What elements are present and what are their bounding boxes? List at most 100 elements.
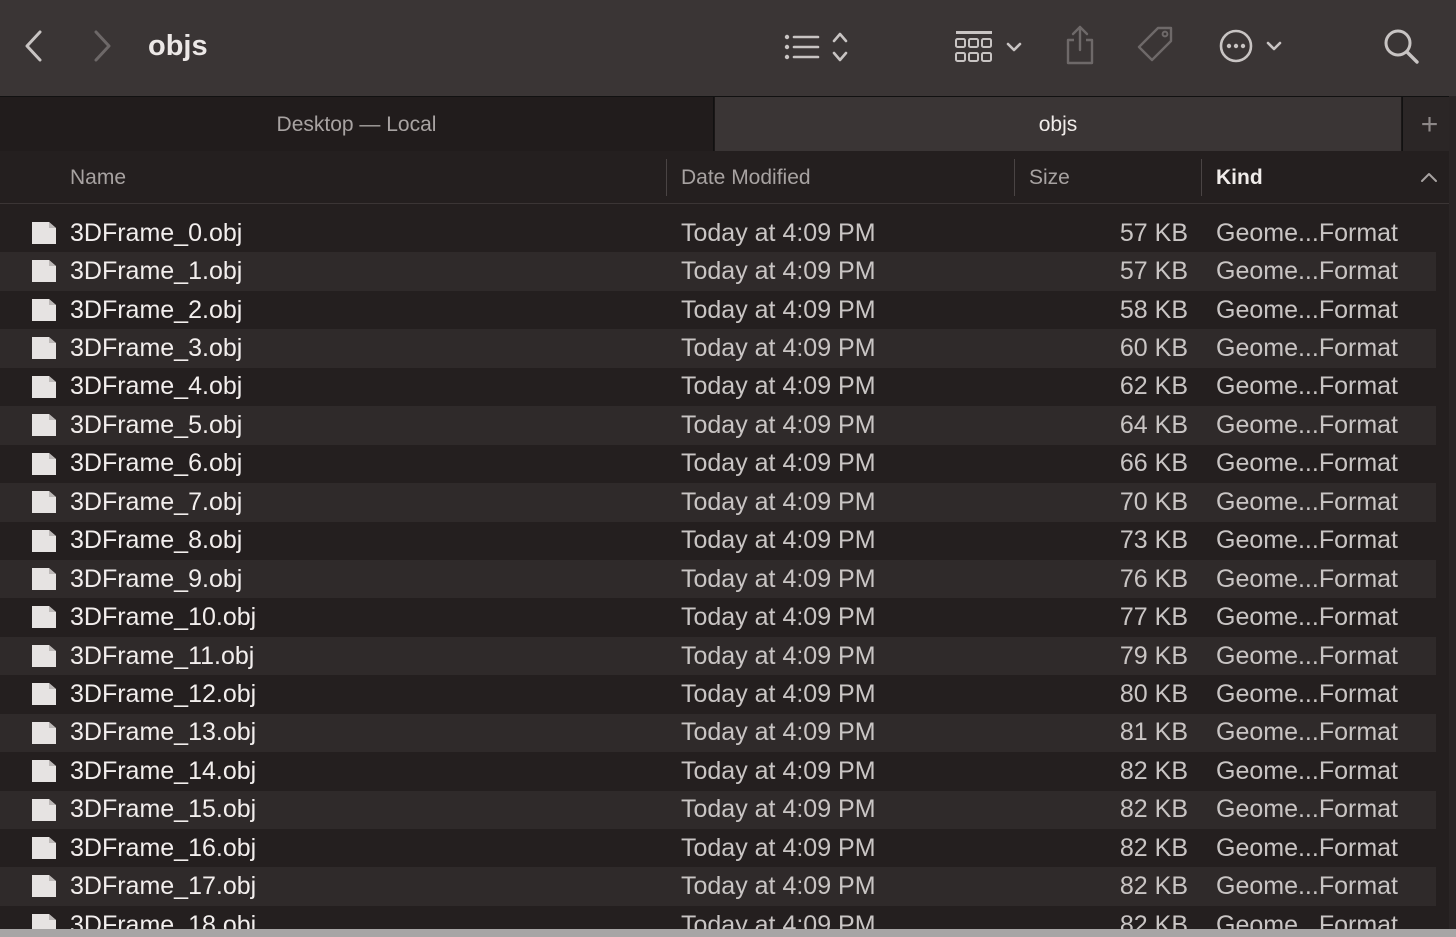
- column-header: Name Date Modified Size Kind: [0, 151, 1456, 204]
- share-icon: [1066, 25, 1094, 65]
- column-divider[interactable]: [666, 159, 667, 196]
- document-icon: [30, 721, 58, 745]
- plus-icon: +: [1420, 107, 1439, 141]
- column-divider[interactable]: [1014, 159, 1015, 196]
- file-size: 82 KB: [1119, 910, 1188, 930]
- file-date-modified: Today at 4:09 PM: [681, 756, 876, 785]
- toolbar: objs: [0, 0, 1456, 96]
- group-by-button[interactable]: [950, 24, 1030, 70]
- file-name: 3DFrame_14.obj: [70, 756, 257, 785]
- file-name: 3DFrame_17.obj: [70, 872, 257, 901]
- file-kind: Geome...Format: [1216, 833, 1398, 862]
- document-icon: [30, 644, 58, 668]
- table-row[interactable]: 3DFrame_8.obj Today at 4:09 PM 73 KB Geome.…: [0, 522, 1436, 560]
- file-date-modified: Today at 4:09 PM: [681, 679, 876, 708]
- tab-bar: Desktop — Local objs +: [0, 96, 1456, 152]
- table-row[interactable]: 3DFrame_14.obj Today at 4:09 PM 82 KB Geome…: [0, 752, 1436, 790]
- scrollbar-track[interactable]: [1449, 96, 1456, 937]
- file-size: 64 KB: [1119, 410, 1188, 439]
- document-icon: [30, 413, 58, 437]
- file-date-modified: Today at 4:09 PM: [681, 603, 876, 632]
- tab-desktop-local[interactable]: Desktop — Local: [0, 97, 714, 152]
- file-name: 3DFrame_2.obj: [70, 295, 243, 324]
- file-name: 3DFrame_8.obj: [70, 526, 243, 555]
- file-kind: Geome...Format: [1216, 449, 1398, 478]
- table-row[interactable]: 3DFrame_10.obj Today at 4:09 PM 77 KB Geome…: [0, 598, 1436, 636]
- table-row[interactable]: 3DFrame_18.obj Today at 4:09 PM 82 KB Geome…: [0, 906, 1436, 930]
- table-row[interactable]: 3DFrame_12.obj Today at 4:09 PM 80 KB Geome…: [0, 675, 1436, 713]
- column-size-header[interactable]: Size: [1029, 151, 1070, 204]
- table-row[interactable]: 3DFrame_7.obj Today at 4:09 PM 70 KB Geome.…: [0, 483, 1436, 522]
- file-date-modified: Today at 4:09 PM: [681, 218, 876, 247]
- file-date-modified: Today at 4:09 PM: [681, 833, 876, 862]
- sort-ascending-chevron-icon[interactable]: [1418, 165, 1440, 189]
- view-mode-list-button[interactable]: [778, 24, 860, 70]
- column-kind-header[interactable]: Kind: [1216, 151, 1263, 204]
- chevron-left-icon: [25, 30, 42, 62]
- file-date-modified: Today at 4:09 PM: [681, 449, 876, 478]
- document-icon: [30, 567, 58, 591]
- file-kind: Geome...Format: [1216, 756, 1398, 785]
- column-divider[interactable]: [1201, 159, 1202, 196]
- table-row[interactable]: 3DFrame_4.obj Today at 4:09 PM 62 KB Geome.…: [0, 368, 1436, 406]
- file-name: 3DFrame_1.obj: [70, 257, 243, 286]
- column-name-header[interactable]: Name: [70, 151, 126, 204]
- table-row[interactable]: 3DFrame_0.obj Today at 4:09 PM 57 KB Geome.…: [0, 214, 1436, 252]
- new-tab-button[interactable]: +: [1402, 97, 1456, 152]
- search-button[interactable]: [1378, 22, 1424, 70]
- file-size: 80 KB: [1119, 679, 1188, 708]
- file-name: 3DFrame_10.obj: [70, 603, 257, 632]
- table-row[interactable]: 3DFrame_6.obj Today at 4:09 PM 66 KB Geome.…: [0, 445, 1436, 483]
- document-icon: [30, 605, 58, 629]
- file-kind: Geome...Format: [1216, 872, 1398, 901]
- file-date-modified: Today at 4:09 PM: [681, 910, 876, 930]
- table-row[interactable]: 3DFrame_5.obj Today at 4:09 PM 64 KB Geome.…: [0, 406, 1436, 445]
- column-date-header[interactable]: Date Modified: [681, 151, 811, 204]
- file-date-modified: Today at 4:09 PM: [681, 295, 876, 324]
- file-size: 70 KB: [1119, 487, 1188, 516]
- share-button[interactable]: [1058, 20, 1102, 70]
- file-kind: Geome...Format: [1216, 718, 1398, 747]
- document-icon: [30, 836, 58, 860]
- document-icon: [30, 913, 58, 930]
- back-button[interactable]: [14, 24, 54, 68]
- file-date-modified: Today at 4:09 PM: [681, 410, 876, 439]
- file-size: 82 KB: [1119, 795, 1188, 824]
- file-kind: Geome...Format: [1216, 218, 1398, 247]
- file-date-modified: Today at 4:09 PM: [681, 718, 876, 747]
- file-name: 3DFrame_12.obj: [70, 679, 257, 708]
- document-icon: [30, 298, 58, 322]
- file-kind: Geome...Format: [1216, 487, 1398, 516]
- more-actions-button[interactable]: [1212, 22, 1292, 70]
- table-row[interactable]: 3DFrame_2.obj Today at 4:09 PM 58 KB Geome.…: [0, 291, 1436, 329]
- file-date-modified: Today at 4:09 PM: [681, 795, 876, 824]
- tab-label: Desktop — Local: [276, 112, 437, 136]
- document-icon: [30, 798, 58, 822]
- table-row[interactable]: 3DFrame_11.obj Today at 4:09 PM 79 KB Geome…: [0, 636, 1436, 676]
- forward-button[interactable]: [82, 24, 122, 68]
- document-icon: [30, 452, 58, 476]
- table-row[interactable]: 3DFrame_9.obj Today at 4:09 PM 76 KB Geome.…: [0, 559, 1436, 599]
- grid-view-icon: [955, 31, 1022, 62]
- table-row[interactable]: 3DFrame_3.obj Today at 4:09 PM 60 KB Geome.…: [0, 329, 1436, 368]
- file-date-modified: Today at 4:09 PM: [681, 526, 876, 555]
- file-date-modified: Today at 4:09 PM: [681, 372, 876, 401]
- table-row[interactable]: 3DFrame_17.obj Today at 4:09 PM 82 KB Geome…: [0, 867, 1436, 906]
- file-kind: Geome...Format: [1216, 603, 1398, 632]
- file-name: 3DFrame_4.obj: [70, 372, 243, 401]
- table-row[interactable]: 3DFrame_16.obj Today at 4:09 PM 82 KB Geome…: [0, 829, 1436, 867]
- tab-objs[interactable]: objs: [715, 97, 1401, 152]
- table-row[interactable]: 3DFrame_1.obj Today at 4:09 PM 57 KB Geome.…: [0, 252, 1436, 291]
- file-name: 3DFrame_18.obj: [70, 910, 257, 930]
- file-kind: Geome...Format: [1216, 564, 1398, 593]
- file-name: 3DFrame_13.obj: [70, 718, 257, 747]
- file-size: 82 KB: [1119, 872, 1188, 901]
- list-view-icon: [784, 32, 848, 62]
- file-size: 81 KB: [1119, 718, 1188, 747]
- file-date-modified: Today at 4:09 PM: [681, 872, 876, 901]
- tag-button[interactable]: [1130, 20, 1182, 70]
- file-date-modified: Today at 4:09 PM: [681, 257, 876, 286]
- table-row[interactable]: 3DFrame_15.obj Today at 4:09 PM 82 KB Geome…: [0, 790, 1436, 829]
- file-name: 3DFrame_16.obj: [70, 833, 257, 862]
- table-row[interactable]: 3DFrame_13.obj Today at 4:09 PM 81 KB Geome…: [0, 713, 1436, 753]
